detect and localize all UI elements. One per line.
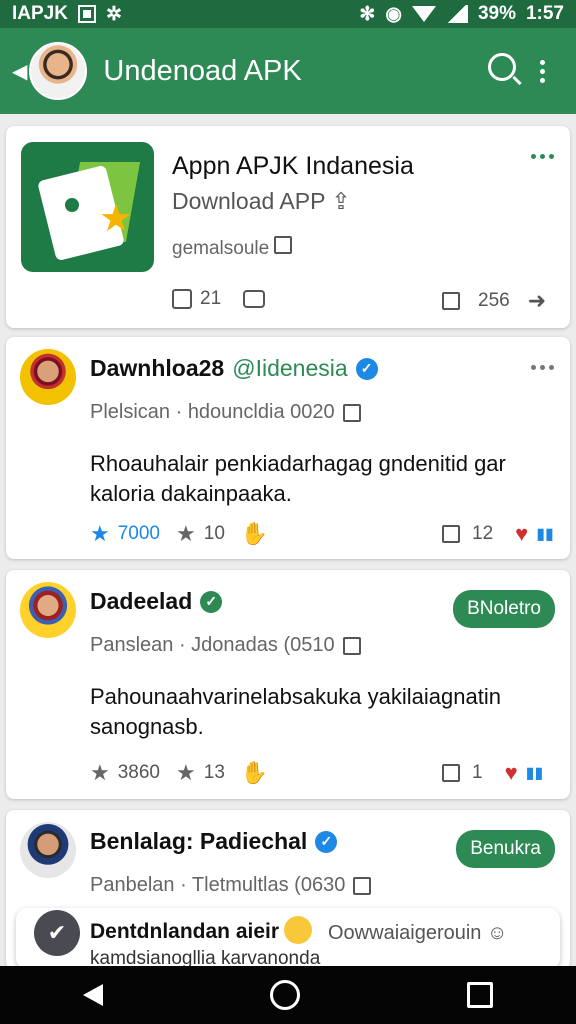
meta-text: Panbelan · Tletmultlas (0630 [90,874,346,896]
post-actions: ★ 7000 ★ 10 ✋ [90,521,268,547]
post-more-icon[interactable] [531,365,554,370]
avatar[interactable] [20,582,76,638]
more-vert-icon[interactable] [522,59,562,83]
like-icon[interactable] [172,289,192,309]
author-name: Dadeelad [90,588,193,614]
post-author[interactable]: Benlalag: Padiechal ✓ [90,828,338,855]
alarm-icon: ◉ [385,3,402,25]
card-more-icon[interactable] [531,154,554,159]
app-card[interactable]: ★ Appn APJK Indanesia Download APP ⇪ gem… [6,126,570,328]
settings-gear-icon: ✲ [105,3,122,25]
app-download-label[interactable]: Download APP ⇪ [172,188,351,215]
download-text: Download APP [172,188,326,214]
comment-icon[interactable] [442,764,460,782]
post-author[interactable]: Dadeelad ✓ [90,588,223,615]
smile-emoji-icon [284,916,312,944]
back-arrow-icon[interactable]: ◀ [12,59,27,84]
stats-icon: ▮▮ [536,526,554,543]
author-name: Benlalag: Padiechal [90,828,308,854]
toast-title: Dentdnlandan aieir [90,920,280,943]
star-outline-icon[interactable]: ★ [176,760,196,786]
image-icon [274,236,293,254]
verified-badge-icon: ✓ [355,357,378,380]
wifi-icon [411,6,436,22]
star-count: 7000 [117,523,161,544]
search-button[interactable] [482,53,522,89]
face-icon: ☺ [486,922,508,944]
star-outline-icon[interactable]: ★ [176,521,196,547]
heart-icon[interactable]: ♥ [505,760,518,786]
nav-home-icon[interactable] [269,980,300,1010]
avatar[interactable] [20,822,76,878]
post-comments: 12 ♥ ▮▮ [442,521,554,547]
app-card-share: 256 ➜ [442,288,546,314]
star-icon[interactable]: ★ [90,760,110,786]
post-actions: ★ 3860 ★ 13 ✋ [90,760,268,786]
post-meta: Panslean · Jdonadas (0510 [90,634,361,657]
rating-count: 10 [203,523,225,544]
author-handle: @Iidenesia [232,355,348,381]
image-icon [353,876,372,895]
comment-count: 1 [472,762,483,783]
clock: 1:57 [525,3,564,24]
post-meta: Panbelan · Tletmultlas (0630 [90,874,372,897]
repost-icon[interactable] [442,292,460,310]
notification-icon [77,5,96,23]
follow-button[interactable]: Benukra [456,830,555,868]
download-icon: ⇪ [331,188,351,214]
developer-name: gemalsoule [172,238,270,259]
heart-icon[interactable]: ♥ [515,521,528,547]
app-title: Undenoad APK [103,54,302,87]
app-icon[interactable]: ★ [21,142,154,272]
star-icon[interactable]: ★ [90,521,110,547]
toast-right-text: Oowwaiaigerouin ☺ [328,922,507,945]
post-card[interactable]: Dadeelad ✓ BNoletro Panslean · Jdonadas … [6,570,570,799]
app-card-actions: 21 [172,288,266,310]
toast-right-label: Oowwaiaigerouin [328,922,482,944]
follow-button[interactable]: BNoletro [453,590,555,628]
stats-icon: ▮▮ [525,765,544,782]
search-icon [488,53,516,81]
status-carrier-text: IAPJK [12,3,68,24]
star-count: 3860 [117,762,161,783]
comment-icon[interactable] [243,290,266,308]
nav-recents-icon[interactable] [466,982,493,1008]
post-body: Rhoauhalair penkiadarhagag gndenitid gar… [90,451,506,506]
signal-icon [445,5,468,23]
check-icon: ✔ [34,910,80,956]
profile-avatar[interactable] [29,42,88,100]
image-icon [342,403,361,422]
app-bar: ◀ Undenoad APK [0,28,576,114]
image-icon [342,636,361,655]
share-count: 256 [478,290,510,311]
verified-badge-icon: ✓ [200,590,223,613]
rating-count: 13 [203,762,225,783]
meta-text: Panslean · Jdonadas (0510 [90,634,335,656]
system-nav-bar [0,966,576,1024]
bluetooth-icon: ✻ [359,3,376,25]
comment-icon[interactable] [442,525,460,543]
post-author[interactable]: Dawnhloa28 @Iidenesia ✓ [90,355,378,382]
meta-text: Plelsican · hdouncldia 0020 [90,401,335,423]
like-count: 21 [200,288,222,309]
notification-toast[interactable]: ✔ Dentdnlandan aieir Oowwaiaigerouin ☺ k… [16,908,560,970]
clap-icon[interactable]: ✋ [241,521,268,547]
share-arrow-icon[interactable]: ➜ [528,288,546,314]
post-comments: 1 ♥ ▮▮ [442,760,543,786]
post-card[interactable]: Dawnhloa28 @Iidenesia ✓ Plelsican · hdou… [6,337,570,559]
app-developer: gemalsoule [172,236,293,260]
star-badge-icon: ★ [99,198,134,240]
status-bar: IAPJK ✲ ✻ ◉ 39% 1:57 [0,0,576,28]
battery-percent: 39% [477,3,516,24]
post-meta: Plelsican · hdouncldia 0020 [90,401,361,424]
post-body: Pahounaahvarinelabsakuka yakilaiagnatin … [90,684,501,739]
comment-count: 12 [472,523,494,544]
nav-back-icon[interactable] [83,984,104,1006]
clap-icon[interactable]: ✋ [241,760,268,786]
app-name: Appn APJK Indanesia [172,152,414,180]
verified-badge-icon: ✓ [315,830,338,853]
avatar[interactable] [20,349,76,405]
author-name: Dawnhloa28 [90,355,225,381]
